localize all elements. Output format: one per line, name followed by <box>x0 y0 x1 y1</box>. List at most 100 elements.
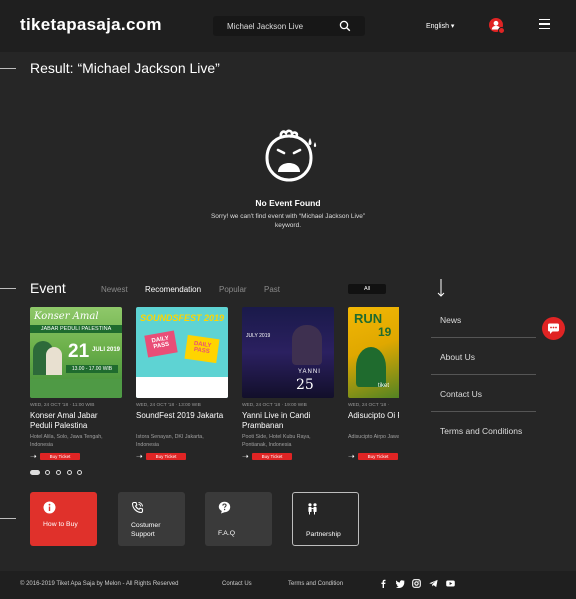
facebook-icon[interactable] <box>379 579 388 588</box>
arrow-right-icon[interactable]: ➝ <box>30 452 37 461</box>
section-rule <box>0 68 16 69</box>
divider <box>431 411 536 412</box>
buy-ticket-button[interactable]: Buy Ticket <box>146 453 186 460</box>
tile-label: How to Buy <box>43 521 78 528</box>
search-icon[interactable] <box>339 20 351 32</box>
poster-text: Konser Amal <box>34 311 99 322</box>
sidebar-link-terms[interactable]: Terms and Conditions <box>440 426 522 436</box>
event-poster[interactable]: Konser Amal JABAR PEDULI PALESTINA 21 JU… <box>30 307 122 398</box>
poster-text: RUN <box>354 311 383 326</box>
phone-icon <box>131 501 144 514</box>
partnership-icon <box>308 503 317 515</box>
instagram-icon[interactable] <box>412 579 421 588</box>
poster-text: JULY 2019 <box>246 333 271 339</box>
arrow-right-icon[interactable]: ➝ <box>348 452 355 461</box>
chat-button[interactable] <box>542 317 565 340</box>
divider <box>431 374 536 375</box>
buy-ticket-button[interactable]: Buy Ticket <box>40 453 80 460</box>
buy-ticket-button[interactable]: Buy Ticket <box>252 453 292 460</box>
event-title[interactable]: Adisucipto Oi Run 2019 <box>348 411 399 421</box>
event-date: WED, 24 OCT '18 · 13:00 WIB <box>136 403 201 408</box>
event-poster[interactable]: RUN 19 tiket <box>348 307 399 398</box>
footer-terms-link[interactable]: Terms and Condition <box>288 581 343 587</box>
poster-footer <box>30 379 122 398</box>
tab-popular[interactable]: Popular <box>219 285 247 294</box>
event-title[interactable]: SoundFest 2019 Jakarta <box>136 411 228 421</box>
sidebar-link-contact-us[interactable]: Contact Us <box>440 389 482 399</box>
poster-footer <box>136 377 228 398</box>
event-card[interactable]: JULY 2019 YANNI 25 WED, 24 OCT '18 · 19:… <box>242 307 334 461</box>
pagination-dot-active[interactable] <box>30 470 40 475</box>
pagination-dot[interactable] <box>67 470 72 475</box>
pagination-dot[interactable] <box>77 470 82 475</box>
tile-label: Partnership <box>306 531 341 538</box>
partnership-tile[interactable]: Partnership <box>292 492 359 546</box>
poster-text: JABAR PEDULI PALESTINA <box>30 325 122 333</box>
event-card[interactable]: Konser Amal JABAR PEDULI PALESTINA 21 JU… <box>30 307 122 461</box>
search-input[interactable] <box>227 19 337 33</box>
arrow-right-icon[interactable]: ➝ <box>136 452 143 461</box>
event-date: WED, 24 OCT '18 · <box>348 403 390 408</box>
info-icon <box>43 501 56 514</box>
language-selector[interactable]: English ▾ <box>426 22 454 30</box>
all-button[interactable]: All <box>348 284 386 294</box>
section-rule <box>0 518 16 519</box>
event-date: WED, 24 OCT '18 · 11:00 WIB <box>30 403 95 408</box>
event-date: WED, 24 OCT '18 · 19:00 WIB <box>242 403 307 408</box>
pagination-dot[interactable] <box>45 470 50 475</box>
arrow-down-icon[interactable] <box>436 278 446 298</box>
twitter-icon[interactable] <box>396 579 405 588</box>
event-card[interactable]: RUN 19 tiket WED, 24 OCT '18 · Adisucipt… <box>348 307 399 461</box>
event-poster[interactable]: SOUNDSFEST 2019 DAILY PASS DAILY PASS <box>136 307 228 398</box>
tab-newest[interactable]: Newest <box>101 285 128 294</box>
hamburger-menu-icon[interactable] <box>539 19 550 30</box>
arrow-right-icon[interactable]: ➝ <box>242 452 249 461</box>
poster-text: DAILY PASS <box>144 330 178 358</box>
poster-figure <box>292 325 322 365</box>
customer-support-tile[interactable]: Costumer Support <box>118 492 185 546</box>
poster-figure <box>356 347 386 387</box>
tab-recomendation[interactable]: Recomendation <box>145 285 201 294</box>
faq-tile[interactable]: F.A.Q <box>205 492 272 546</box>
site-logo[interactable]: tiketapasaja.com <box>20 15 162 35</box>
event-card[interactable]: SOUNDSFEST 2019 DAILY PASS DAILY PASS WE… <box>136 307 228 461</box>
event-title[interactable]: Konser Amal Jabar Peduli Palestina <box>30 411 122 431</box>
poster-text: tiket <box>378 383 390 389</box>
result-title: Result: “Michael Jackson Live” <box>30 60 220 76</box>
not-found-message: Sorry! we can't find event with “Michael… <box>210 213 366 229</box>
poster-text: JULI 2019 <box>92 347 121 353</box>
question-icon <box>218 501 231 514</box>
poster-details <box>246 343 282 371</box>
sidebar-link-about-us[interactable]: About Us <box>440 352 475 362</box>
event-title[interactable]: Yanni Live in Candi Prambanan <box>242 411 334 431</box>
tile-label: Costumer Support <box>131 522 161 538</box>
event-section-title: Event <box>30 280 66 296</box>
footer-contact-link[interactable]: Contact Us <box>222 581 252 587</box>
poster-figure <box>46 347 62 375</box>
notification-badge <box>498 27 505 34</box>
tab-past[interactable]: Past <box>264 285 280 294</box>
event-card-clip: RUN 19 tiket WED, 24 OCT '18 · Adisucipt… <box>348 307 399 467</box>
sidebar-link-news[interactable]: News <box>440 315 461 325</box>
tile-label: F.A.Q <box>218 530 235 537</box>
event-poster[interactable]: JULY 2019 YANNI 25 <box>242 307 334 398</box>
telegram-icon[interactable] <box>429 579 438 588</box>
search-box[interactable] <box>213 16 365 36</box>
event-location: Hotel Alila, Solo, Jawa Tengah, Indonesi… <box>30 434 103 448</box>
chat-icon <box>548 323 559 334</box>
not-found-title: No Event Found <box>255 198 321 208</box>
event-location: Adisucipto Airpo Jawa Tengah, Ind <box>348 434 399 440</box>
poster-text: 13.00 - 17.00 WIB <box>66 365 118 373</box>
how-to-buy-tile[interactable]: How to Buy <box>30 492 97 546</box>
poster-text: DAILY PASS <box>184 334 220 364</box>
poster-text: SOUNDSFEST 2019 <box>139 313 225 323</box>
youtube-icon[interactable] <box>446 579 455 588</box>
event-location: Istora Senayan, DKI Jakarta, Indonesia <box>136 434 204 448</box>
pagination-dot[interactable] <box>56 470 61 475</box>
divider <box>431 337 536 338</box>
poster-text: 25 <box>296 377 314 393</box>
buy-ticket-button[interactable]: Buy Ticket <box>358 453 398 460</box>
section-rule <box>0 288 16 289</box>
poster-text: 21 <box>68 341 90 362</box>
event-location: Pooti Side, Hotel Kubu Raya, Pontianak, … <box>242 434 311 448</box>
